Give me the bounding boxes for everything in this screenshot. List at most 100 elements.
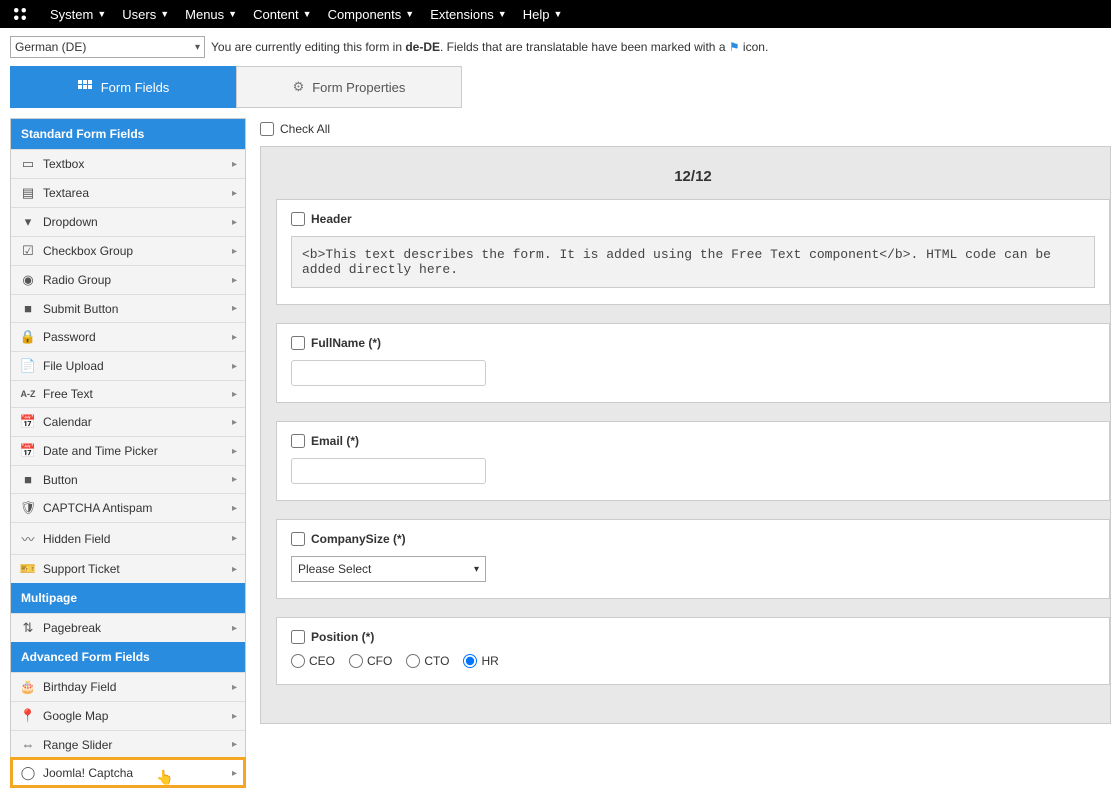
sidebar-item-joomla-captcha[interactable]: ◯ Joomla! Captcha 👆 ▸ <box>11 758 245 787</box>
tab-form-fields[interactable]: Form Fields <box>10 66 236 108</box>
chevron-right-icon: ▸ <box>232 533 237 544</box>
menu-extensions[interactable]: Extensions▼ <box>422 7 515 22</box>
shield-icon: 🛡 <box>19 500 37 516</box>
sidebar-item-file-upload[interactable]: 📄File Upload▸ <box>11 351 245 380</box>
chevron-down-icon: ▼ <box>405 9 414 19</box>
tab-form-fields-label: Form Fields <box>101 80 170 95</box>
menu-help[interactable]: Help▼ <box>515 7 571 22</box>
sidebar-item-free-text[interactable]: A-ZFree Text▸ <box>11 380 245 407</box>
grid-icon <box>77 79 93 95</box>
language-info-text: You are currently editing this form in d… <box>211 40 768 54</box>
sidebar-item-password[interactable]: 🔒Password▸ <box>11 322 245 351</box>
chevron-right-icon: ▸ <box>232 332 237 343</box>
language-selected-label: German (DE) <box>15 40 86 54</box>
main-area: Standard Form Fields ▭Textbox▸ ▤Textarea… <box>0 118 1111 788</box>
field-select-checkbox[interactable] <box>291 336 305 350</box>
slider-icon: ⇔ <box>19 737 37 752</box>
datetime-icon: 📅 <box>19 443 37 459</box>
tab-form-properties[interactable]: ⚙ Form Properties <box>236 66 462 108</box>
chevron-down-icon: ▼ <box>228 9 237 19</box>
captcha-icon: ◯ <box>19 765 37 781</box>
cursor-pointer-icon: 👆 <box>156 769 173 786</box>
position-option-cfo[interactable]: CFO <box>349 654 392 668</box>
dropdown-icon: ▾ <box>19 214 37 230</box>
sidebar-item-range-slider[interactable]: ⇔Range Slider▸ <box>11 730 245 758</box>
flag-icon: ⚑ <box>729 40 740 54</box>
chevron-right-icon: ▸ <box>232 768 237 779</box>
sidebar-header-standard: Standard Form Fields <box>11 119 245 149</box>
sidebar-item-hidden-field[interactable]: 〰Hidden Field▸ <box>11 522 245 554</box>
chevron-right-icon: ▸ <box>232 739 237 750</box>
menu-users[interactable]: Users▼ <box>114 7 177 22</box>
field-select-checkbox[interactable] <box>291 212 305 226</box>
chevron-down-icon: ▼ <box>498 9 507 19</box>
field-select-checkbox[interactable] <box>291 532 305 546</box>
joomla-logo-icon <box>10 4 30 24</box>
sidebar-item-calendar[interactable]: 📅Calendar▸ <box>11 407 245 436</box>
sidebar-item-textarea[interactable]: ▤Textarea▸ <box>11 178 245 207</box>
field-select-checkbox[interactable] <box>291 434 305 448</box>
field-block-fullname[interactable]: FullName (*) <box>276 323 1110 403</box>
field-block-position[interactable]: Position (*) CEO CFO CTO HR <box>276 617 1110 685</box>
check-all-row: Check All <box>260 118 1111 146</box>
check-all-label: Check All <box>280 122 330 136</box>
chevron-right-icon: ▸ <box>232 623 237 634</box>
map-pin-icon: 📍 <box>19 708 37 724</box>
fullname-input[interactable] <box>291 360 486 386</box>
field-block-companysize[interactable]: CompanySize (*) Please Select ▾ <box>276 519 1110 599</box>
menu-content[interactable]: Content▼ <box>245 7 319 22</box>
gear-icon: ⚙ <box>293 79 305 95</box>
field-label: FullName (*) <box>311 336 381 350</box>
freetext-icon: A-Z <box>19 389 37 399</box>
chevron-down-icon: ▾ <box>474 564 479 575</box>
menu-menus[interactable]: Menus▼ <box>177 7 245 22</box>
chevron-right-icon: ▸ <box>232 389 237 400</box>
sidebar-item-datetime-picker[interactable]: 📅Date and Time Picker▸ <box>11 436 245 465</box>
field-label: Position (*) <box>311 630 374 644</box>
field-label: CompanySize (*) <box>311 532 406 546</box>
language-select[interactable]: German (DE) ▾ <box>10 36 205 58</box>
sidebar-item-radio-group[interactable]: ◉Radio Group▸ <box>11 265 245 294</box>
lock-icon: 🔒 <box>19 329 37 345</box>
sidebar-item-dropdown[interactable]: ▾Dropdown▸ <box>11 207 245 236</box>
birthday-icon: 🎂 <box>19 679 37 695</box>
chevron-right-icon: ▸ <box>232 217 237 228</box>
menu-system[interactable]: System▼ <box>42 7 114 22</box>
radio-icon: ◉ <box>19 272 37 288</box>
chevron-right-icon: ▸ <box>232 682 237 693</box>
sidebar-item-textbox[interactable]: ▭Textbox▸ <box>11 149 245 178</box>
position-option-hr[interactable]: HR <box>463 654 498 668</box>
position-radio-group: CEO CFO CTO HR <box>291 654 1095 668</box>
companysize-select[interactable]: Please Select ▾ <box>291 556 486 582</box>
menu-components[interactable]: Components▼ <box>320 7 423 22</box>
sidebar-header-multipage: Multipage <box>11 583 245 613</box>
check-all-checkbox[interactable] <box>260 122 274 136</box>
tab-form-properties-label: Form Properties <box>312 80 405 95</box>
sidebar-item-checkbox-group[interactable]: ☑Checkbox Group▸ <box>11 236 245 265</box>
chevron-down-icon: ▼ <box>97 9 106 19</box>
field-select-checkbox[interactable] <box>291 630 305 644</box>
editor-tabs: Form Fields ⚙ Form Properties <box>10 66 1111 108</box>
sidebar-item-pagebreak[interactable]: ⇅Pagebreak▸ <box>11 613 245 642</box>
file-icon: 📄 <box>19 358 37 374</box>
sidebar-item-captcha[interactable]: 🛡CAPTCHA Antispam▸ <box>11 493 245 522</box>
sidebar-item-birthday[interactable]: 🎂Birthday Field▸ <box>11 672 245 701</box>
email-input[interactable] <box>291 458 486 484</box>
sidebar-item-submit-button[interactable]: ■Submit Button▸ <box>11 294 245 322</box>
chevron-right-icon: ▸ <box>232 275 237 286</box>
field-label: Email (*) <box>311 434 359 448</box>
sidebar-item-support-ticket[interactable]: 🎫Support Ticket▸ <box>11 554 245 583</box>
pagebreak-icon: ⇅ <box>19 620 37 636</box>
sidebar-item-button[interactable]: ■Button▸ <box>11 465 245 493</box>
field-block-header[interactable]: Header <b>This text describes the form. … <box>276 199 1110 305</box>
chevron-right-icon: ▸ <box>232 503 237 514</box>
field-block-email[interactable]: Email (*) <box>276 421 1110 501</box>
button-icon: ■ <box>19 301 37 316</box>
sidebar-item-google-map[interactable]: 📍Google Map▸ <box>11 701 245 730</box>
chevron-right-icon: ▸ <box>232 564 237 575</box>
position-option-cto[interactable]: CTO <box>406 654 449 668</box>
hidden-icon: 〰 <box>19 529 37 548</box>
chevron-right-icon: ▸ <box>232 188 237 199</box>
position-option-ceo[interactable]: CEO <box>291 654 335 668</box>
form-canvas: 12/12 Header <b>This text describes the … <box>260 146 1111 724</box>
